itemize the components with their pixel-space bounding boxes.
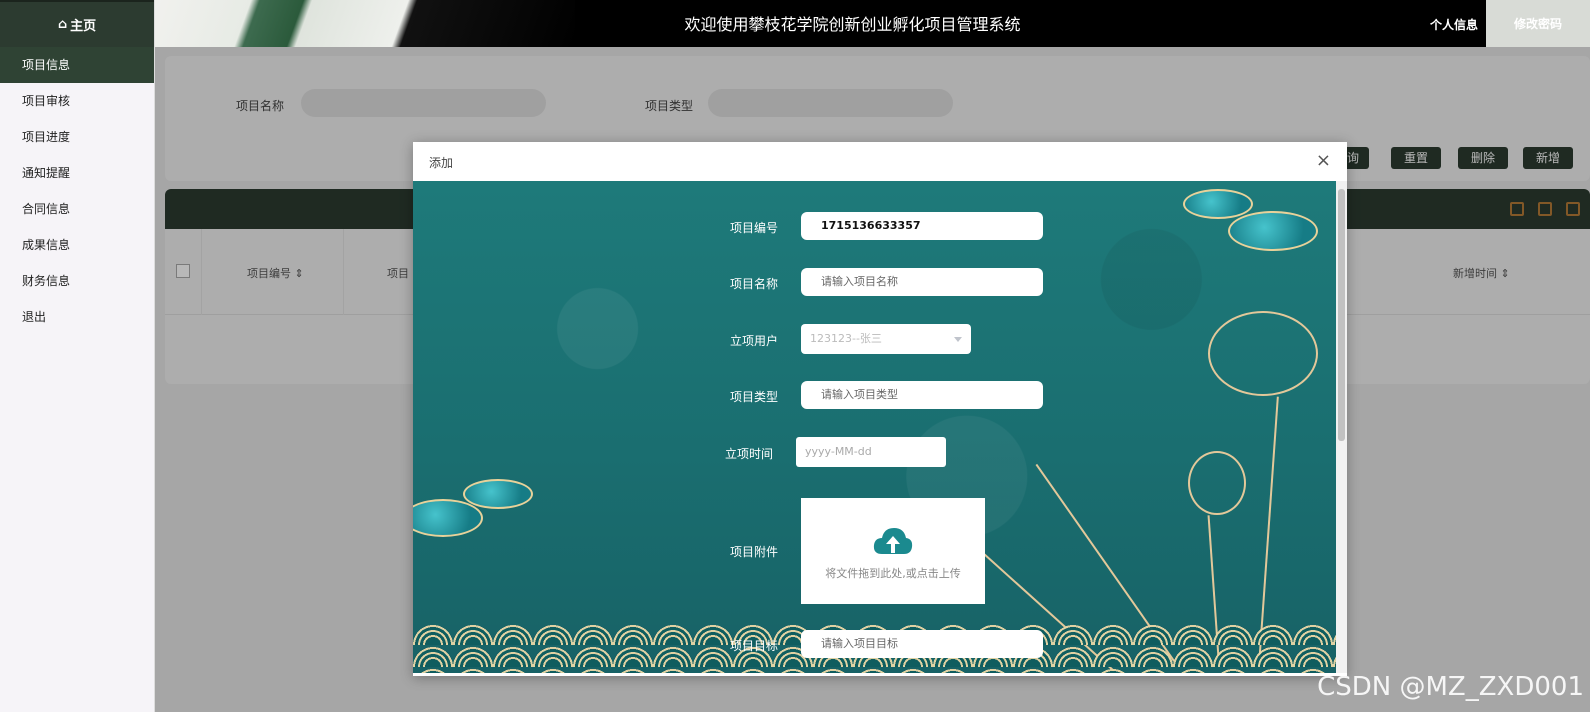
project-date-label: 立项时间: [724, 447, 773, 461]
upload-hint: 将文件拖到此处,或点击上传: [825, 567, 961, 580]
project-user-select[interactable]: 123123--张三: [801, 324, 971, 354]
sidebar: ⌂ 主页 项目信息 项目审核 项目进度 通知提醒 合同信息 成果信息 财务信息 …: [0, 0, 155, 712]
lotus-leaf-decoration: [1208, 311, 1318, 396]
project-date-field[interactable]: yyyy-MM-dd: [796, 437, 946, 467]
sidebar-item-logout[interactable]: 退出: [0, 299, 154, 335]
sidebar-item-project-review[interactable]: 项目审核: [0, 83, 154, 119]
app-title: 欢迎使用攀枝花学院创新创业孵化项目管理系统: [684, 15, 1021, 34]
sidebar-item-finance[interactable]: 财务信息: [0, 263, 154, 299]
home-icon: ⌂: [57, 17, 68, 32]
project-code-label: 项目编号: [729, 221, 778, 235]
upload-dropzone[interactable]: 将文件拖到此处,或点击上传: [801, 498, 985, 604]
dialog-title: 添加: [429, 156, 454, 170]
project-attachment-label: 项目附件: [729, 545, 778, 559]
project-type-field[interactable]: 请输入项目类型: [801, 381, 1043, 409]
project-name-field[interactable]: 请输入项目名称: [801, 268, 1043, 296]
project-user-label: 立项用户: [729, 334, 778, 348]
project-goal-label: 项目目标: [729, 639, 778, 653]
project-code-field[interactable]: 1715136633357: [801, 212, 1043, 240]
dialog-header: 添加 ×: [413, 142, 1347, 181]
project-goal-field[interactable]: 请输入项目目标: [801, 630, 1043, 658]
change-password-button[interactable]: 修改密码: [1486, 0, 1590, 47]
close-icon[interactable]: ×: [1316, 150, 1331, 171]
sidebar-item-contracts[interactable]: 合同信息: [0, 191, 154, 227]
profile-link[interactable]: 个人信息: [1430, 16, 1478, 33]
cloud-decoration: [413, 499, 483, 537]
lotus-flower-decoration: [1188, 451, 1246, 515]
cloud-decoration: [1228, 211, 1318, 251]
top-header: 欢迎使用攀枝花学院创新创业孵化项目管理系统 个人信息 修改密码: [155, 0, 1590, 47]
sidebar-item-results[interactable]: 成果信息: [0, 227, 154, 263]
sidebar-home-label: 主页: [70, 19, 97, 34]
sidebar-item-project-info[interactable]: 项目信息: [0, 47, 154, 83]
chevron-down-icon: [954, 337, 962, 342]
sidebar-home[interactable]: ⌂ 主页: [0, 0, 154, 47]
project-user-value: 123123--张三: [810, 332, 882, 345]
sidebar-item-project-progress[interactable]: 项目进度: [0, 119, 154, 155]
scrollbar-thumb[interactable]: [1338, 189, 1345, 441]
project-name-label: 项目名称: [729, 277, 778, 291]
cloud-decoration: [463, 479, 533, 509]
add-dialog: 添加 × 项目编号 1715136633357 项目名称 请输入项目名称 立项用…: [413, 142, 1347, 676]
watermark: CSDN @MZ_ZXD001: [1317, 672, 1584, 702]
cloud-decoration: [1183, 189, 1253, 219]
project-type-label: 项目类型: [729, 390, 778, 404]
dialog-scrollbar[interactable]: [1336, 181, 1347, 673]
cloud-upload-icon: [873, 528, 913, 554]
dialog-body: 项目编号 1715136633357 项目名称 请输入项目名称 立项用户 123…: [413, 181, 1336, 673]
sidebar-item-notifications[interactable]: 通知提醒: [0, 155, 154, 191]
